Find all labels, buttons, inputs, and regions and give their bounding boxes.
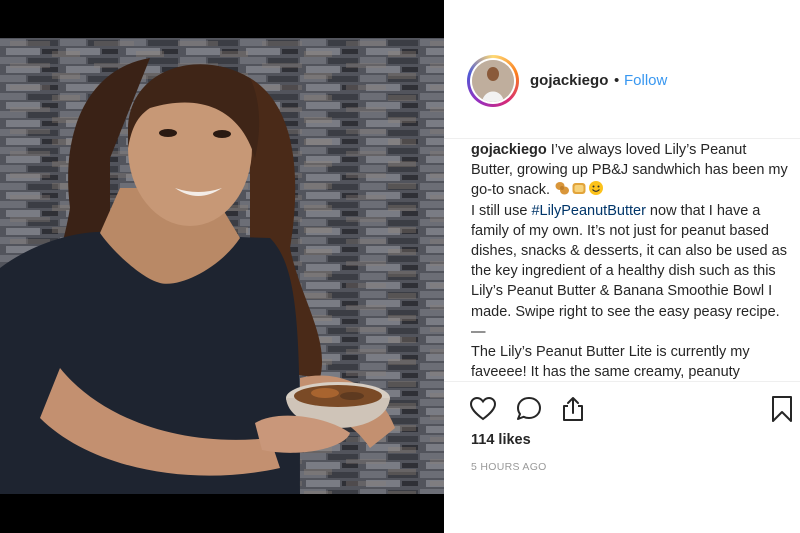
caption-username[interactable]: gojackiego xyxy=(471,142,547,158)
post-side-panel: gojackiego • Follow gojackiego I’ve alwa… xyxy=(444,0,800,533)
peanut-emoji xyxy=(555,182,570,195)
story-ring[interactable] xyxy=(467,55,519,107)
caption-text-2: I still use xyxy=(471,202,532,219)
woman-holding-bowl-photo xyxy=(0,38,444,494)
caption-text-4: The Lily’s Peanut Butter Lite is current… xyxy=(471,344,750,380)
likes-count[interactable]: 114 likes xyxy=(471,432,531,448)
avatar[interactable] xyxy=(472,60,514,102)
header-separator: • xyxy=(614,72,620,89)
actions-divider xyxy=(444,381,800,382)
bread-emoji xyxy=(572,183,586,195)
bookmark-icon[interactable] xyxy=(768,395,796,423)
post-header: gojackiego • Follow xyxy=(444,0,800,139)
profile-picture xyxy=(472,60,514,102)
heart-icon[interactable] xyxy=(469,395,497,423)
post-timestamp[interactable]: 5 HOURS AGO xyxy=(471,461,547,473)
post-media-pane xyxy=(0,0,444,533)
smiling-face-emoji xyxy=(589,181,604,196)
header-username[interactable]: gojackiego xyxy=(530,72,608,89)
share-icon[interactable] xyxy=(559,395,587,423)
post-photo[interactable] xyxy=(0,38,444,494)
comment-icon[interactable] xyxy=(515,395,543,423)
hashtag-link[interactable]: #LilyPeanutButter xyxy=(531,203,645,219)
caption-text-3: now that I have a family of my own. It’s… xyxy=(471,202,787,340)
post-caption: gojackiego I’ve always loved Lily’s Pean… xyxy=(471,140,789,380)
follow-button[interactable]: Follow xyxy=(624,72,667,89)
